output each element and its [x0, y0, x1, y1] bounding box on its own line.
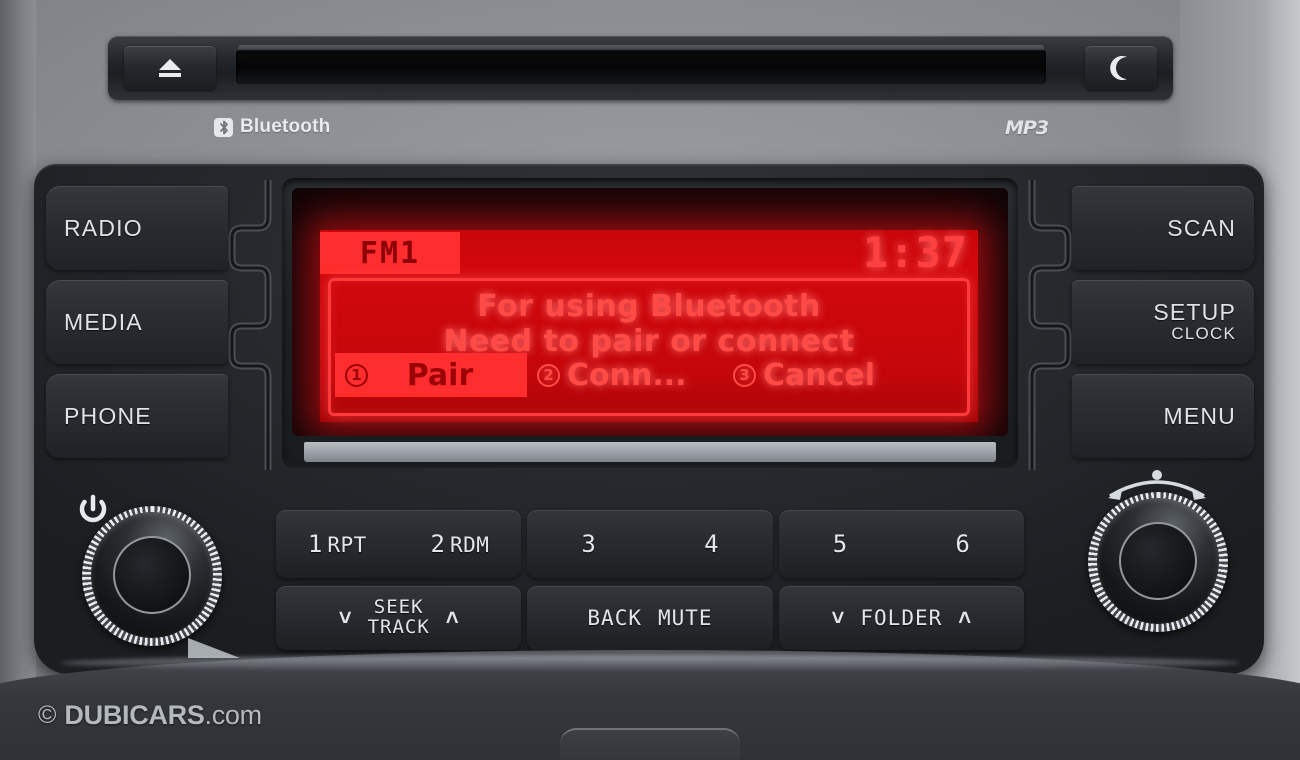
preset-button-5[interactable]: 5	[833, 530, 847, 558]
option-pair-label: Pair	[406, 357, 474, 393]
preset-2-number: 2	[430, 530, 445, 558]
option-cancel-label: Cancel	[763, 357, 876, 393]
back-mute-group: BACK MUTE	[527, 586, 773, 650]
folder-up-button[interactable]: ˄	[958, 605, 971, 631]
preset-6-number: 6	[955, 530, 970, 558]
clock-display: 1:37	[862, 228, 968, 277]
preset-button-1[interactable]: 1 RPT	[308, 530, 367, 558]
watermark-copyright: ©	[38, 701, 57, 729]
menu-button-label: MENU	[1163, 402, 1236, 429]
lcd-screen[interactable]: FM1 1:37 For using Bluetooth Need to pai…	[320, 228, 978, 422]
volume-indicator-triangle	[188, 638, 240, 658]
function-button-row: ˅ SEEK TRACK ˄ BACK MUTE ˅ FOLDER ˄	[276, 586, 1024, 650]
seek-label: SEEK	[373, 596, 424, 619]
back-button[interactable]: BACK	[587, 607, 642, 629]
option-connect-number: 2	[537, 363, 560, 387]
dashboard-left-trim	[0, 0, 36, 700]
brand-badge-row: Bluetooth MP3	[0, 116, 1300, 150]
scan-button-label: SCAN	[1167, 214, 1236, 241]
preset-4-number: 4	[704, 530, 719, 558]
cd-slot[interactable]	[236, 45, 1046, 84]
band-indicator: FM1	[320, 232, 460, 274]
mute-button[interactable]: MUTE	[658, 607, 713, 629]
option-pair-number: 1	[345, 363, 368, 387]
knob-inner-ring	[113, 536, 191, 614]
phone-button[interactable]: PHONE	[46, 374, 228, 458]
menu-button[interactable]: MENU	[1072, 374, 1254, 458]
display-bezel: FM1 1:37 For using Bluetooth Need to pai…	[282, 178, 1018, 468]
seek-track-label: SEEK TRACK	[367, 596, 430, 638]
display-dimmer-button[interactable]	[1085, 46, 1157, 90]
tune-select-knob[interactable]	[1078, 470, 1238, 642]
knob-body	[91, 512, 213, 638]
lcd-status-bar: FM1 1:37	[320, 228, 978, 278]
media-button-label: MEDIA	[64, 308, 143, 335]
left-button-separator-groove	[228, 180, 280, 470]
option-cancel[interactable]: 3 Cancel	[733, 358, 923, 393]
seek-track-group: ˅ SEEK TRACK ˄	[276, 586, 522, 650]
power-volume-knob[interactable]	[72, 494, 240, 658]
preset-group-5-6: 5 6	[778, 510, 1024, 578]
preset-button-4[interactable]: 4	[704, 530, 718, 558]
preset-3-number: 3	[581, 530, 596, 558]
preset-button-row: 1 RPT 2 RDM 3 4 5 6	[276, 510, 1024, 578]
folder-label: FOLDER	[860, 605, 943, 630]
setup-button-label: SETUP	[1153, 299, 1236, 326]
preset-5-number: 5	[832, 530, 848, 558]
seek-up-button[interactable]: ˄	[446, 605, 459, 631]
mp3-label: MP3	[1005, 117, 1049, 139]
bluetooth-badge: Bluetooth	[214, 116, 330, 138]
knob-inner-ring	[1119, 522, 1197, 600]
preset-2-function: RDM	[449, 533, 490, 557]
preset-button-6[interactable]: 6	[955, 530, 969, 558]
radio-button-label: RADIO	[64, 214, 143, 241]
bluetooth-label: Bluetooth	[240, 116, 331, 137]
eject-icon	[159, 59, 181, 77]
dialog-message-line-1: For using Bluetooth	[477, 289, 821, 324]
dashboard-bottom-tray	[560, 728, 740, 760]
head-unit-screenshot: Bluetooth MP3 RADIO MEDIA PHONE SCAN SET…	[0, 0, 1300, 760]
watermark: © DUBICARS.com	[38, 700, 262, 731]
clock-button-sublabel: CLOCK	[1171, 324, 1236, 344]
preset-group-3-4: 3 4	[527, 510, 773, 578]
bluetooth-icon	[214, 117, 233, 137]
moon-icon	[1110, 56, 1127, 80]
cd-slot-assembly	[108, 36, 1173, 100]
watermark-name: DUBICARS	[64, 700, 205, 730]
bluetooth-dialog: For using Bluetooth Need to pair or conn…	[328, 278, 970, 416]
preset-group-1-2: 1 RPT 2 RDM	[276, 510, 522, 578]
right-button-separator-groove	[1020, 180, 1072, 470]
dialog-option-row: 1 Pair 2 Conn... 3 Cancel	[335, 353, 963, 397]
folder-group: ˅ FOLDER ˄	[778, 586, 1024, 650]
seek-down-button[interactable]: ˅	[339, 605, 352, 631]
option-cancel-number: 3	[733, 363, 756, 387]
preset-button-3[interactable]: 3	[581, 530, 595, 558]
track-label: TRACK	[367, 616, 430, 638]
band-label: FM1	[359, 235, 421, 271]
preset-button-2[interactable]: 2 RDM	[431, 530, 490, 558]
folder-down-button[interactable]: ˅	[832, 605, 845, 631]
preset-1-number: 1	[307, 530, 323, 558]
option-pair[interactable]: 1 Pair	[335, 353, 527, 397]
media-button[interactable]: MEDIA	[46, 280, 228, 364]
setup-clock-button[interactable]: SETUP CLOCK	[1072, 280, 1254, 364]
eject-button[interactable]	[124, 46, 216, 90]
display-lower-ledge	[304, 442, 996, 462]
knob-body	[1097, 498, 1219, 624]
preset-1-function: RPT	[327, 533, 367, 557]
display-inner-cavity: FM1 1:37 For using Bluetooth Need to pai…	[292, 188, 1008, 436]
right-button-column: SCAN SETUP CLOCK MENU	[1072, 186, 1254, 458]
dashboard-highlight-ridge	[60, 655, 1240, 671]
phone-button-label: PHONE	[64, 402, 152, 429]
left-button-column: RADIO MEDIA PHONE	[46, 186, 228, 458]
scan-button[interactable]: SCAN	[1072, 186, 1254, 270]
radio-button[interactable]: RADIO	[46, 186, 228, 270]
option-connect[interactable]: 2 Conn...	[537, 358, 733, 393]
watermark-tld: .com	[204, 700, 263, 730]
dashboard-right-trim-edge	[1266, 0, 1300, 700]
option-connect-label: Conn...	[567, 357, 687, 393]
